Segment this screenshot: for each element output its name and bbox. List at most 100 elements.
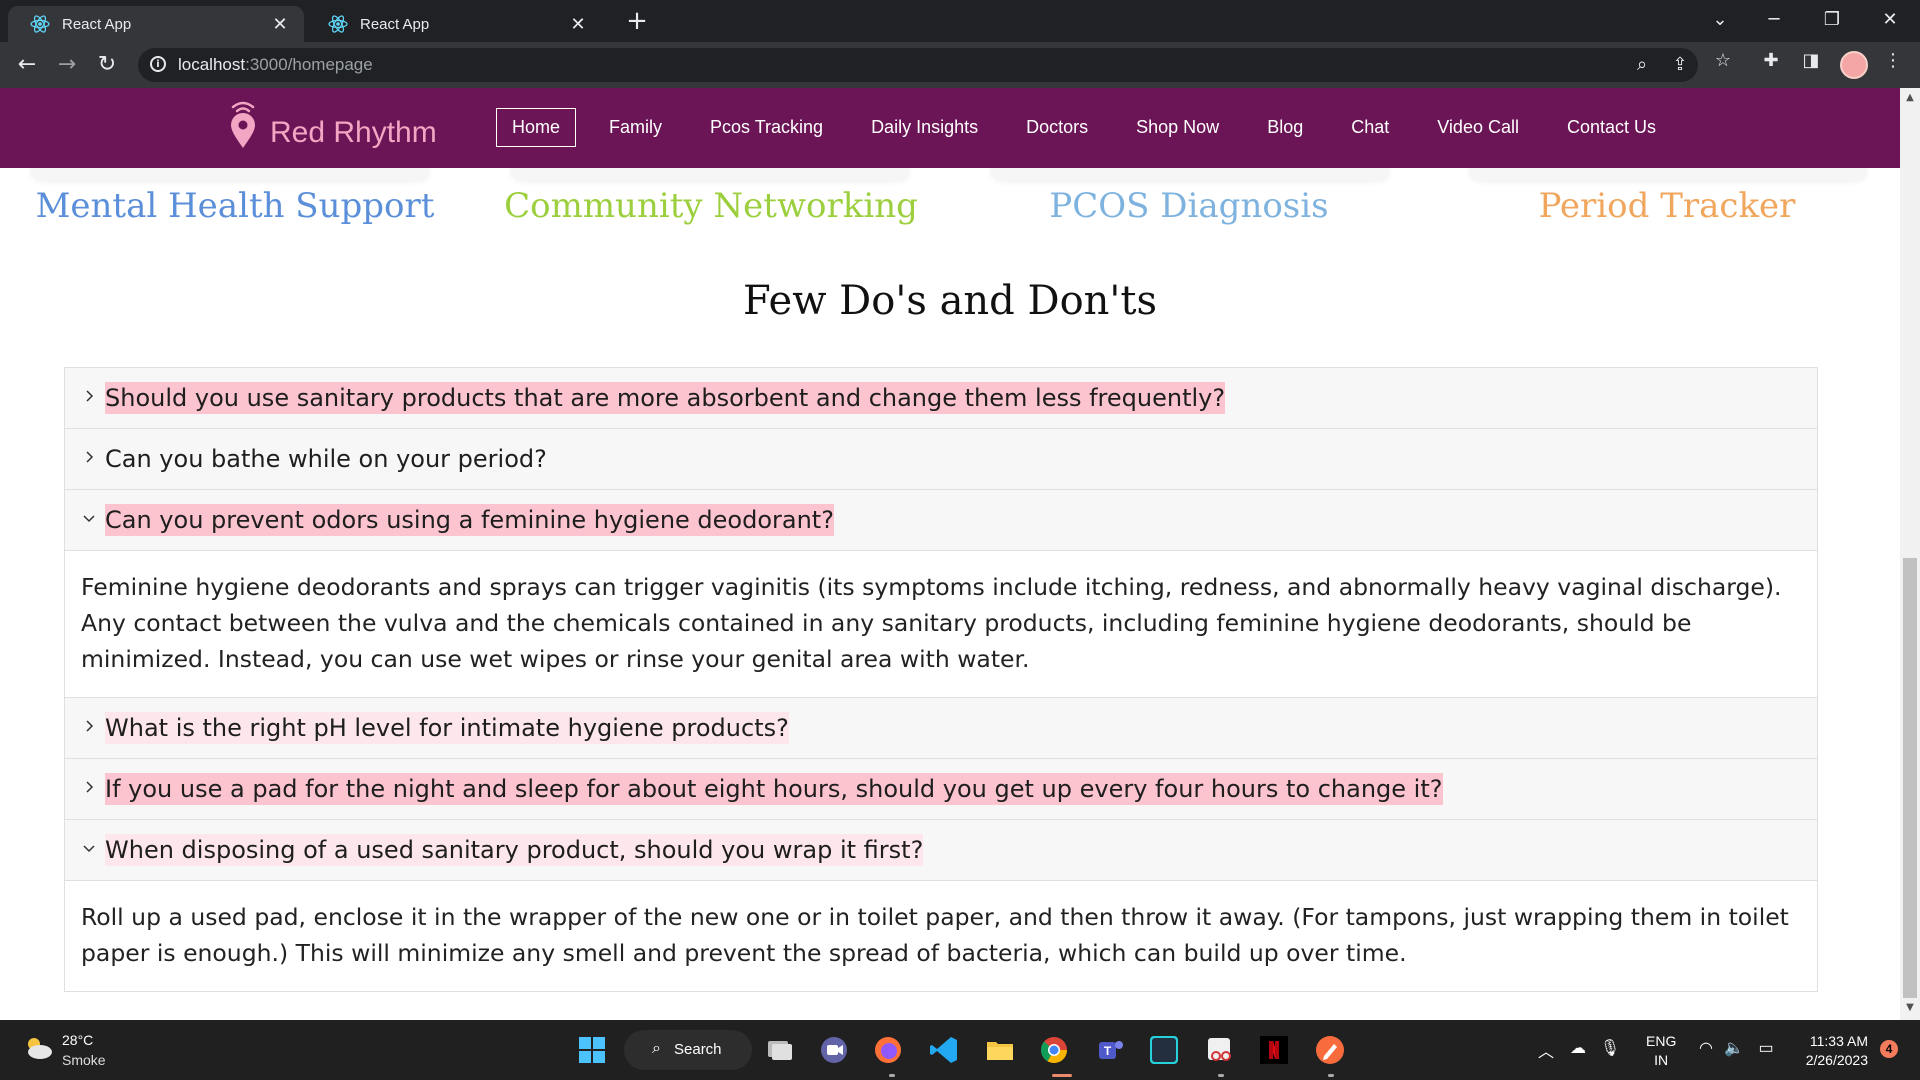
faq-item-header[interactable]: What is the right pH level for intimate …	[65, 698, 1817, 759]
nav-pcos-tracking[interactable]: Pcos Tracking	[695, 109, 838, 146]
tab-title: React App	[62, 15, 132, 33]
teams-icon[interactable]: T	[1094, 1034, 1126, 1066]
main-nav: Home Family Pcos Tracking Daily Insights…	[496, 108, 1689, 147]
chevron-right-icon	[86, 390, 94, 402]
input-language[interactable]: ENG IN	[1646, 1032, 1676, 1070]
browser-tab-1[interactable]: React App ✕	[8, 6, 304, 42]
chevron-down-icon	[83, 845, 95, 853]
section-heading: Few Do's and Don'ts	[742, 278, 1158, 324]
chevron-down-icon	[83, 515, 95, 523]
clock-date: 2/26/2023	[1805, 1052, 1868, 1068]
url-path: :3000/homepage	[245, 55, 373, 74]
faq-item-header[interactable]: Can you bathe while on your period?	[65, 429, 1817, 490]
tab-search-icon[interactable]: ⌄	[1700, 6, 1740, 34]
brand-logo[interactable]: Red Rhythm	[226, 98, 437, 150]
url-text[interactable]: localhost:3000/homepage	[178, 55, 373, 75]
service-community[interactable]: Community Networking	[476, 186, 946, 226]
share-icon[interactable]: ⇪	[1668, 53, 1692, 77]
restore-icon[interactable]: ❐	[1812, 6, 1852, 34]
close-tab-icon[interactable]: ✕	[568, 14, 588, 35]
bookmark-star-icon[interactable]: ☆	[1710, 48, 1736, 74]
browser-toolbar: ← → ↻ i localhost:3000/homepage ⌕ ⇪ ☆ ✚ …	[0, 42, 1920, 88]
more-menu-icon[interactable]: ⋮	[1880, 48, 1906, 74]
weather-icon[interactable]	[20, 1032, 56, 1062]
faq-question: Can you bathe while on your period?	[105, 445, 547, 473]
microphone-icon[interactable]: 🎙	[1598, 1038, 1622, 1058]
firefox-icon[interactable]	[872, 1034, 904, 1066]
nav-home[interactable]: Home	[496, 108, 577, 147]
nav-doctors[interactable]: Doctors	[1011, 109, 1103, 146]
close-tab-icon[interactable]: ✕	[270, 14, 290, 35]
service-card-edge	[1468, 168, 1868, 180]
meet-chat-icon[interactable]	[818, 1034, 850, 1066]
react-icon	[30, 15, 50, 33]
service-pcos-diagnosis[interactable]: PCOS Diagnosis	[954, 186, 1424, 226]
nav-daily-insights[interactable]: Daily Insights	[856, 109, 993, 146]
nav-video-call[interactable]: Video Call	[1422, 109, 1534, 146]
file-explorer-icon[interactable]	[984, 1034, 1016, 1066]
nav-shop-now[interactable]: Shop Now	[1121, 109, 1234, 146]
weather-temp: 28°C	[62, 1032, 94, 1048]
nav-blog[interactable]: Blog	[1252, 109, 1318, 146]
wifi-icon[interactable]: ◠	[1694, 1038, 1718, 1058]
lang-line2: IN	[1654, 1052, 1669, 1068]
running-indicator	[1218, 1074, 1224, 1077]
site-navbar: Red Rhythm Home Family Pcos Tracking Dai…	[0, 88, 1900, 168]
browser-tab-2[interactable]: React App ✕	[306, 6, 602, 42]
service-mental-health[interactable]: Mental Health Support	[0, 186, 470, 226]
svg-text:T: T	[1104, 1044, 1112, 1058]
snipping-tool-icon[interactable]	[1204, 1034, 1236, 1066]
windows-taskbar: 28°C Smoke ⌕ Search T ︿ ☁ 🎙 ENG IN ◠ 🔈 ▭…	[0, 1020, 1920, 1080]
faq-accordion: Should you use sanitary products that ar…	[64, 367, 1818, 992]
running-indicator	[1328, 1074, 1334, 1077]
pencil-app-icon[interactable]	[1314, 1034, 1346, 1066]
system-clock[interactable]: 11:33 AM 2/26/2023	[1796, 1032, 1868, 1070]
browser-tab-bar: React App ✕ React App ✕ + ⌄ ─ ❐ ✕	[0, 0, 1920, 42]
weather-desc: Smoke	[62, 1052, 106, 1068]
address-bar[interactable]: i localhost:3000/homepage ⌕ ⇪	[138, 48, 1698, 82]
minimize-icon[interactable]: ─	[1754, 6, 1794, 34]
vscode-icon[interactable]	[928, 1034, 960, 1066]
reload-icon[interactable]: ↻	[92, 50, 122, 80]
faq-item-header[interactable]: When disposing of a used sanitary produc…	[65, 820, 1817, 881]
lang-line1: ENG	[1646, 1033, 1677, 1049]
page-viewport: Red Rhythm Home Family Pcos Tracking Dai…	[0, 88, 1900, 1020]
scroll-down-arrow-icon[interactable]: ▼	[1900, 1002, 1920, 1016]
site-info-icon[interactable]: i	[150, 56, 166, 72]
faq-question: If you use a pad for the night and sleep…	[105, 773, 1443, 805]
side-panel-icon[interactable]: ◨	[1798, 48, 1824, 74]
faq-question: When disposing of a used sanitary produc…	[105, 834, 924, 866]
profile-avatar[interactable]	[1840, 51, 1868, 79]
scrollbar-thumb[interactable]	[1903, 558, 1917, 998]
zoom-icon[interactable]: ⌕	[1630, 53, 1654, 77]
task-view-icon[interactable]	[764, 1034, 796, 1066]
service-period-tracker[interactable]: Period Tracker	[1432, 186, 1900, 226]
faq-item-header[interactable]: Can you prevent odors using a feminine h…	[65, 490, 1817, 551]
back-icon[interactable]: ←	[12, 50, 42, 80]
netflix-icon[interactable]	[1258, 1034, 1290, 1066]
faq-item-header[interactable]: If you use a pad for the night and sleep…	[65, 759, 1817, 820]
scroll-up-arrow-icon[interactable]: ▲	[1900, 92, 1920, 106]
faq-answer: Roll up a used pad, enclose it in the wr…	[81, 903, 1789, 967]
nav-family[interactable]: Family	[594, 109, 677, 146]
onedrive-icon[interactable]: ☁	[1566, 1038, 1590, 1058]
forward-icon[interactable]: →	[52, 50, 82, 80]
chevron-up-icon[interactable]: ︿	[1534, 1038, 1558, 1062]
notification-badge[interactable]: 4	[1880, 1040, 1898, 1058]
service-card-edge	[30, 168, 430, 180]
battery-icon[interactable]: ▭	[1754, 1038, 1778, 1058]
nav-contact-us[interactable]: Contact Us	[1552, 109, 1671, 146]
amazon-music-icon[interactable]	[1148, 1034, 1180, 1066]
chevron-right-icon	[86, 720, 94, 732]
faq-item-header[interactable]: Should you use sanitary products that ar…	[65, 368, 1817, 429]
extensions-icon[interactable]: ✚	[1758, 48, 1784, 74]
volume-icon[interactable]: 🔈	[1722, 1038, 1746, 1058]
windows-start-icon[interactable]	[576, 1034, 608, 1066]
taskbar-search[interactable]: ⌕ Search	[624, 1030, 752, 1070]
search-label: Search	[674, 1041, 722, 1058]
nav-chat[interactable]: Chat	[1336, 109, 1404, 146]
chevron-right-icon	[86, 781, 94, 793]
chrome-icon[interactable]	[1038, 1034, 1070, 1066]
new-tab-button[interactable]: +	[622, 6, 652, 36]
close-window-icon[interactable]: ✕	[1870, 6, 1910, 34]
